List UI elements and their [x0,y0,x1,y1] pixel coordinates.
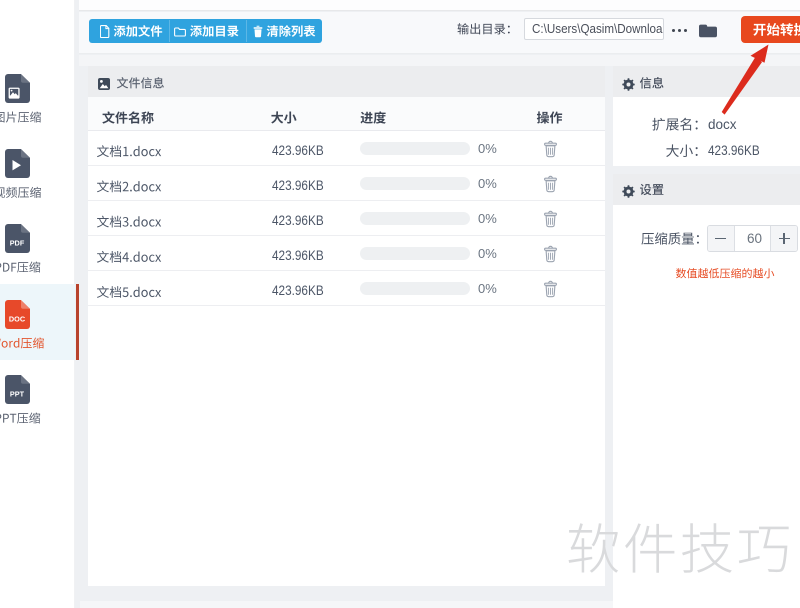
svg-text:PDF: PDF [10,239,25,248]
svg-text:PPT: PPT [10,390,25,399]
svg-text:DOC: DOC [9,315,26,324]
